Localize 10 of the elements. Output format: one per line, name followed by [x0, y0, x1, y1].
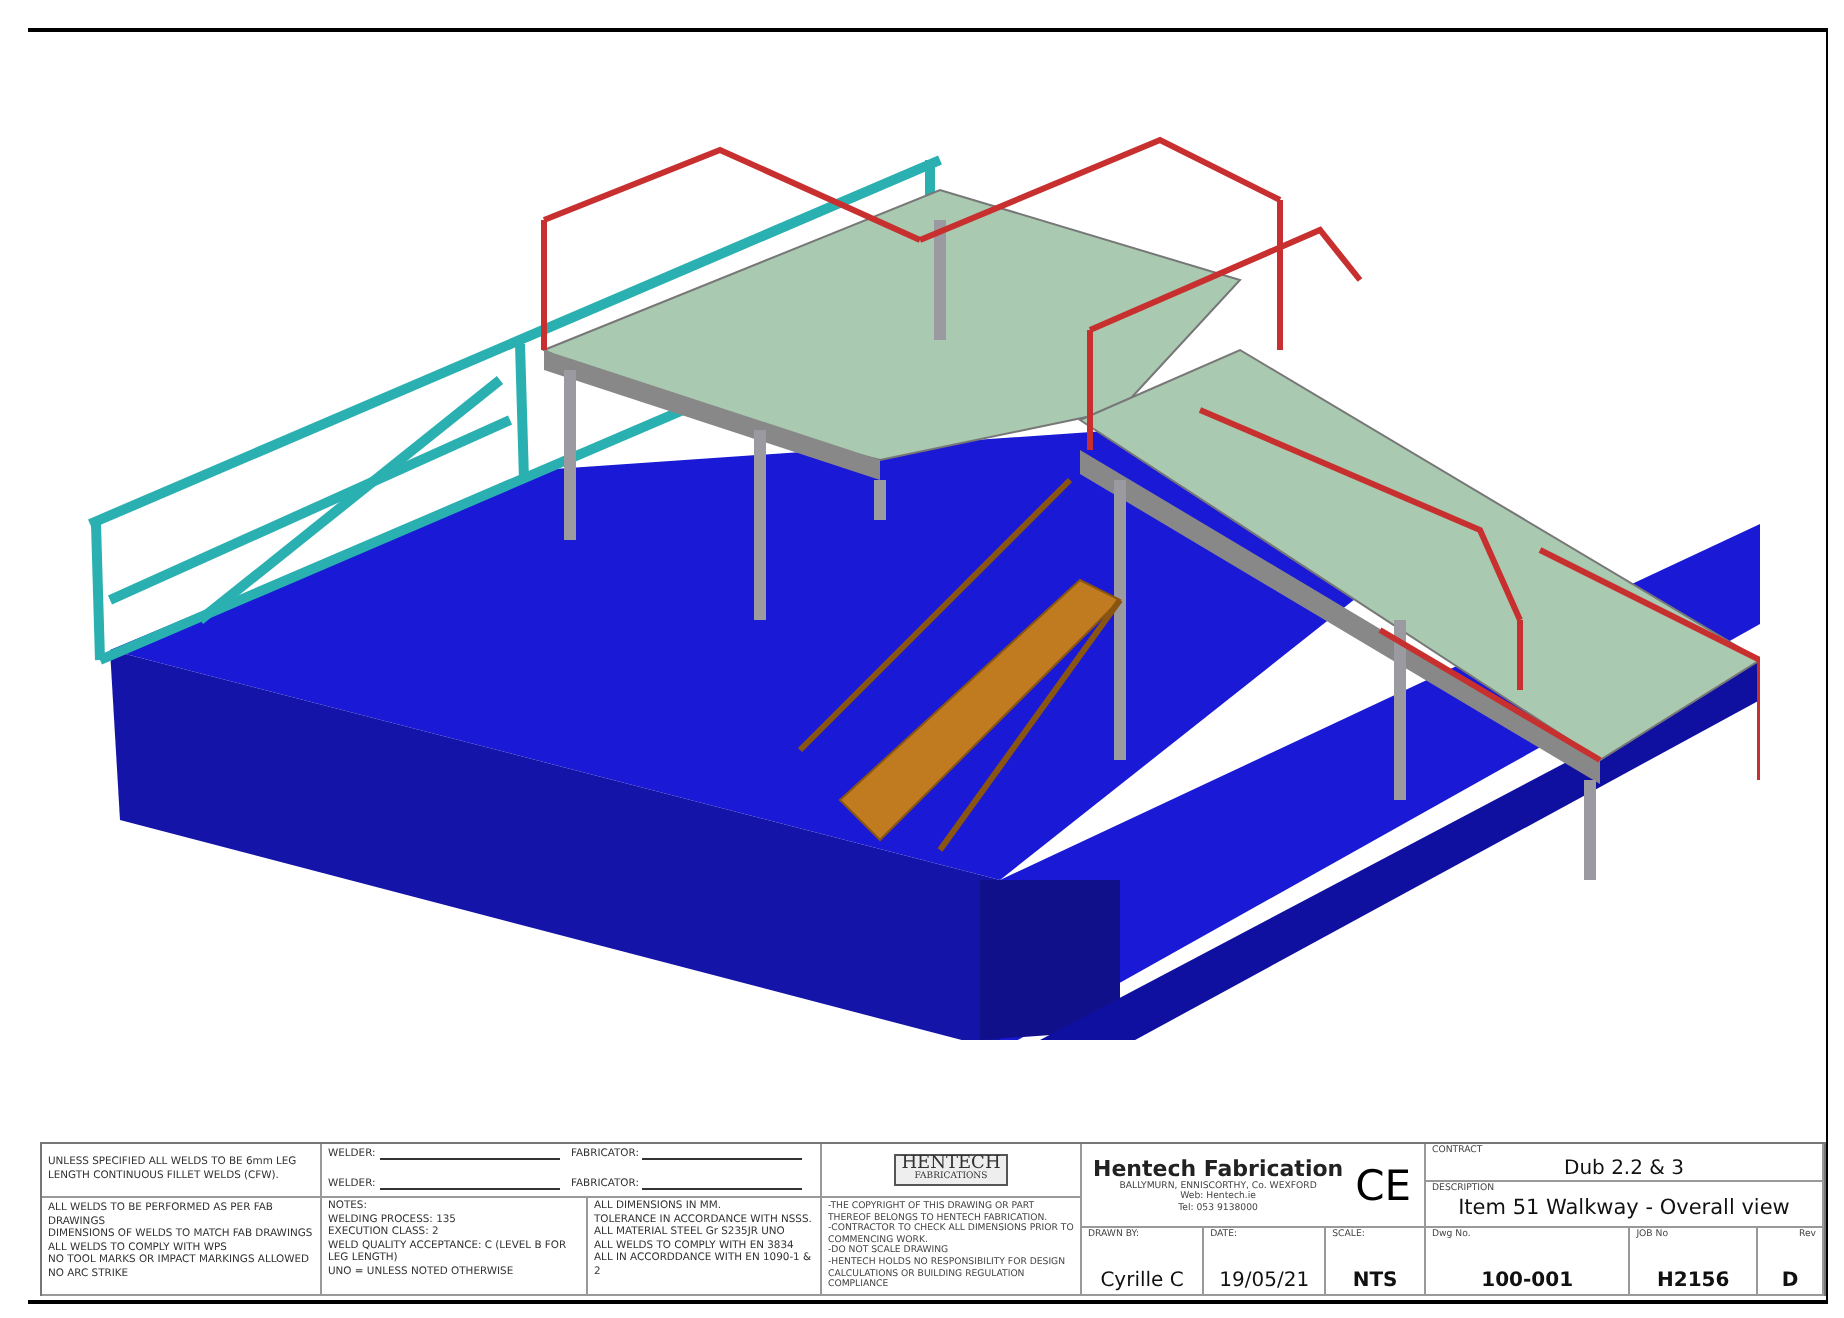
company-name: Hentech Fabrication	[1092, 1155, 1344, 1182]
ce-mark: CE	[1353, 1161, 1414, 1209]
field-value: H2156	[1655, 1270, 1732, 1292]
contract-value: Dub 2.2 & 3	[1562, 1157, 1686, 1180]
field-value: D	[1779, 1270, 1801, 1292]
field-value: Cyrille C	[1098, 1270, 1186, 1292]
description-value: Item 51 Walkway - Overall view	[1456, 1195, 1792, 1220]
field-value: 19/05/21	[1217, 1270, 1312, 1292]
field-value: NTS	[1350, 1270, 1400, 1292]
field-value: 100-001	[1479, 1270, 1576, 1292]
